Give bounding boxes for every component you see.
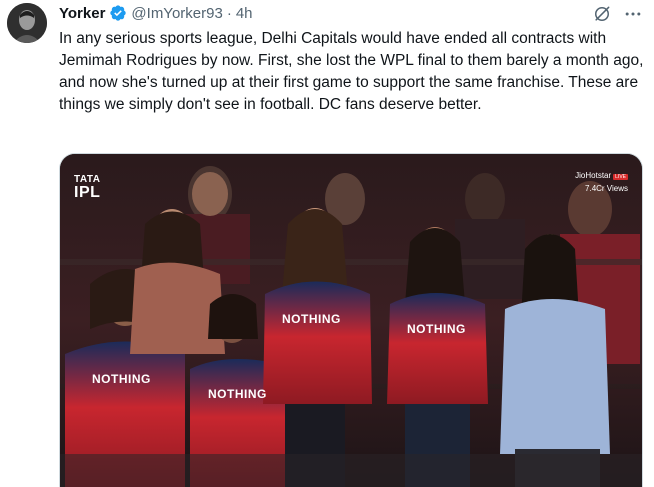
tweet-timestamp[interactable]: 4h xyxy=(236,5,253,22)
separator-dot: · xyxy=(226,4,232,22)
jersey-sponsor-text: NOTHING xyxy=(407,322,466,336)
tweet-card[interactable]: Yorker @ImYorker93 · 4h In any serious s… xyxy=(0,0,654,487)
verified-badge-icon[interactable] xyxy=(109,4,127,22)
tweet-media-image[interactable]: TATA IPL JioHotstar LIVE 7.4Cr Views NOTH… xyxy=(59,153,643,487)
author-name[interactable]: Yorker xyxy=(59,5,105,22)
broadcaster-name: JioHotstar xyxy=(575,171,612,180)
jersey-sponsor-text: NOTHING xyxy=(208,387,267,401)
author-avatar[interactable] xyxy=(7,3,47,43)
live-badge: LIVE xyxy=(613,174,628,180)
crowd-photo xyxy=(60,154,642,487)
ipl-logo-ipl: IPL xyxy=(74,184,101,201)
tweet-header: Yorker @ImYorker93 · 4h xyxy=(59,3,253,23)
jersey-sponsor-text: NOTHING xyxy=(92,372,151,386)
jersey-sponsor-text: NOTHING xyxy=(282,312,341,326)
view-count: 7.4Cr Views xyxy=(585,184,628,193)
ipl-logo: TATA IPL xyxy=(74,174,100,201)
broadcaster-watermark: JioHotstar LIVE 7.4Cr Views xyxy=(575,170,628,194)
tweet-text: In any serious sports league, Delhi Capi… xyxy=(59,30,644,113)
author-handle[interactable]: @ImYorker93 xyxy=(131,5,222,22)
more-icon[interactable] xyxy=(623,4,643,24)
grok-icon[interactable] xyxy=(592,4,612,24)
